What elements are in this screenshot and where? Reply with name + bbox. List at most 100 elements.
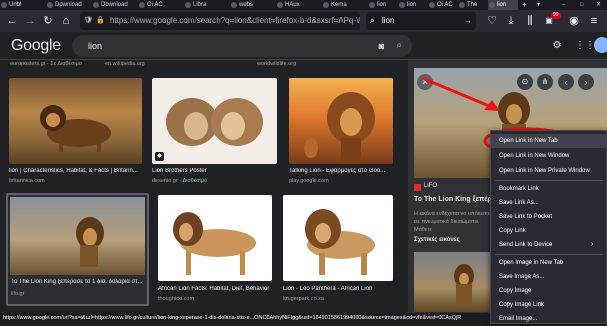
search-icon: ⌕: [370, 16, 375, 25]
menu-item-bookmark-link[interactable]: Bookmark Link: [491, 182, 607, 196]
url-bar[interactable]: 🛡 🔒 https://www.google.com/search?q=lion…: [80, 12, 360, 30]
browser-tab[interactable]: lion: [368, 0, 398, 10]
result-source: lifo.gr: [11, 291, 25, 297]
browser-tab[interactable]: lion: [398, 0, 428, 10]
related-image-thumbnail[interactable]: [414, 252, 490, 312]
related-heading: Σχετικές εικόνες: [414, 237, 460, 243]
tab-list-icon[interactable]: ▾: [535, 0, 547, 10]
lion-image: [454, 264, 474, 306]
image-result-selected[interactable]: To The Lion King ξεπέρασε το 1 δισ. δολά…: [6, 193, 149, 306]
browser-tab[interactable]: Kema: [322, 0, 368, 10]
home-icon[interactable]: ⌂: [58, 13, 74, 29]
annotation-arrow: [421, 76, 495, 110]
favicon-icon: [139, 2, 145, 8]
avatar[interactable]: [594, 37, 607, 53]
context-menu: Open Link in New Tab Open Link in New Wi…: [490, 130, 607, 324]
pocket-icon[interactable]: ♡: [484, 13, 500, 29]
menu-item-open-link-new-tab[interactable]: Open Link in New Tab: [491, 134, 607, 148]
browser-tab[interactable]: HAux: [276, 0, 322, 10]
browser-tab[interactable]: Oi AC: [138, 0, 184, 10]
menu-separator: [495, 180, 603, 181]
preview-description: Η εικόνα ενδέχεται να υπόκειται σε πνευμ…: [414, 211, 491, 233]
source-logo[interactable]: LiFO: [424, 183, 437, 189]
google-logo[interactable]: Google: [11, 37, 61, 55]
menu-item-save-link-as[interactable]: Save Link As...: [491, 196, 607, 210]
new-tab-icon[interactable]: +: [520, 0, 532, 10]
menu-item-save-link-to-pocket[interactable]: Save Link to Pocket: [491, 210, 607, 224]
lock-icon: 🔒: [96, 17, 105, 24]
favicon-icon: [489, 2, 495, 8]
browser-tab[interactable]: The: [458, 0, 488, 10]
menu-item-copy-link[interactable]: Copy Link: [491, 224, 607, 238]
image-result-thumbnail[interactable]: [158, 195, 272, 281]
result-caption[interactable]: Talking Lion - Εφαρμογές στο Goo...: [289, 168, 393, 174]
image-result-thumbnail[interactable]: [283, 195, 393, 281]
browser-tab[interactable]: Download: [46, 0, 92, 10]
camera-icon[interactable]: ◙: [379, 35, 384, 57]
product-tag-icon: ◆: [155, 152, 164, 161]
google-search-input[interactable]: lion ◙ ⌕: [72, 35, 412, 57]
browser-tab[interactable]: Unbl: [0, 0, 46, 10]
browser-tab[interactable]: Libra: [184, 0, 230, 10]
minimize-icon[interactable]: –: [560, 0, 572, 10]
browser-tab[interactable]: webs: [230, 0, 276, 10]
source-row: europosters.gr · Σε Διαθέσιμο: [10, 61, 82, 67]
account-icon[interactable]: ◉: [566, 13, 582, 29]
menu-item-copy-image[interactable]: Copy Image: [491, 284, 607, 298]
preview-title[interactable]: Το The Lion King ξεπέρ: [414, 196, 492, 203]
menu-item-open-image-new-tab[interactable]: Open Image in New Tab: [491, 256, 607, 270]
lion-image: [166, 98, 263, 146]
search-bar[interactable]: ⌕ lion →: [366, 12, 476, 30]
google-header: Google lion ◙ ⌕ ⚙ ⋮⋮: [0, 32, 607, 60]
back-icon[interactable]: ←: [4, 13, 20, 29]
go-arrow-icon[interactable]: →: [464, 12, 472, 30]
notification-badge: 99: [551, 12, 561, 19]
nav-bar: ← → ↻ ⌂ 🛡 🔒 https://www.google.com/searc…: [0, 10, 607, 32]
menu-item-send-link-to-device[interactable]: Send Link to Device: [491, 238, 607, 252]
favicon-icon: [93, 2, 99, 8]
lion-image: [304, 92, 375, 164]
result-source: desenio.gr · Διαθέσιμο: [152, 178, 208, 184]
menu-icon[interactable]: ≡: [586, 13, 602, 29]
favicon-icon: [277, 2, 283, 8]
menu-item-save-image-as[interactable]: Save Image As...: [491, 270, 607, 284]
close-window-icon[interactable]: ✕: [594, 0, 606, 10]
result-caption[interactable]: African Lion Facts: Habitat, Diet, Behav…: [158, 286, 273, 292]
result-caption[interactable]: Lion - Leo Panthera - African Lion: [283, 286, 393, 292]
apps-grid-icon[interactable]: ⋮⋮: [575, 40, 595, 52]
result-caption[interactable]: To The Lion King ξεπέρασε το 1 δισ. δολά…: [11, 279, 146, 285]
maximize-icon[interactable]: □: [578, 0, 590, 10]
browser-tab[interactable]: Download: [92, 0, 138, 10]
browser-tab-active[interactable]: lion: [488, 0, 518, 10]
result-source: play.google.com: [289, 178, 329, 184]
result-caption[interactable]: Lion Brothers Poster: [152, 168, 277, 174]
shield-icon: 🛡: [84, 17, 93, 24]
library-icon[interactable]: ⫼: [522, 13, 538, 29]
lion-image: [76, 217, 104, 267]
settings-gear-icon[interactable]: ⚙: [551, 40, 563, 52]
browser-tab[interactable]: Oi AC: [428, 0, 458, 10]
result-source: britannica.com: [9, 178, 45, 184]
lion-image: [40, 105, 111, 152]
result-source: krugerpark.co.za: [283, 296, 324, 302]
menu-item-copy-image-link[interactable]: Copy Image Link: [491, 298, 607, 312]
favicon-icon: [231, 2, 237, 8]
source-logo-icon: [414, 184, 421, 191]
forward-icon[interactable]: →: [22, 13, 38, 29]
favicon-icon: [47, 2, 53, 8]
menu-item-open-link-new-window[interactable]: Open Link in New Window: [491, 149, 607, 163]
result-source: thoughtco.com: [158, 296, 195, 302]
favicon-icon: [323, 2, 329, 8]
image-result-thumbnail: [10, 197, 145, 275]
favicon-icon: [399, 2, 405, 8]
image-result-thumbnail[interactable]: [289, 78, 393, 164]
image-result-thumbnail[interactable]: [9, 78, 142, 164]
favicon-icon: [1, 2, 7, 8]
result-caption[interactable]: lion | Characteristics, Habitat, & Facts…: [9, 168, 144, 174]
reload-icon[interactable]: ↻: [40, 13, 56, 29]
favicon-icon: [185, 2, 191, 8]
downloads-icon[interactable]: ⤓: [503, 13, 519, 29]
search-icon[interactable]: ⌕: [396, 35, 402, 57]
image-result-thumbnail[interactable]: ◆: [152, 78, 277, 164]
menu-item-open-link-private-window[interactable]: Open Link in New Private Window: [491, 164, 607, 178]
